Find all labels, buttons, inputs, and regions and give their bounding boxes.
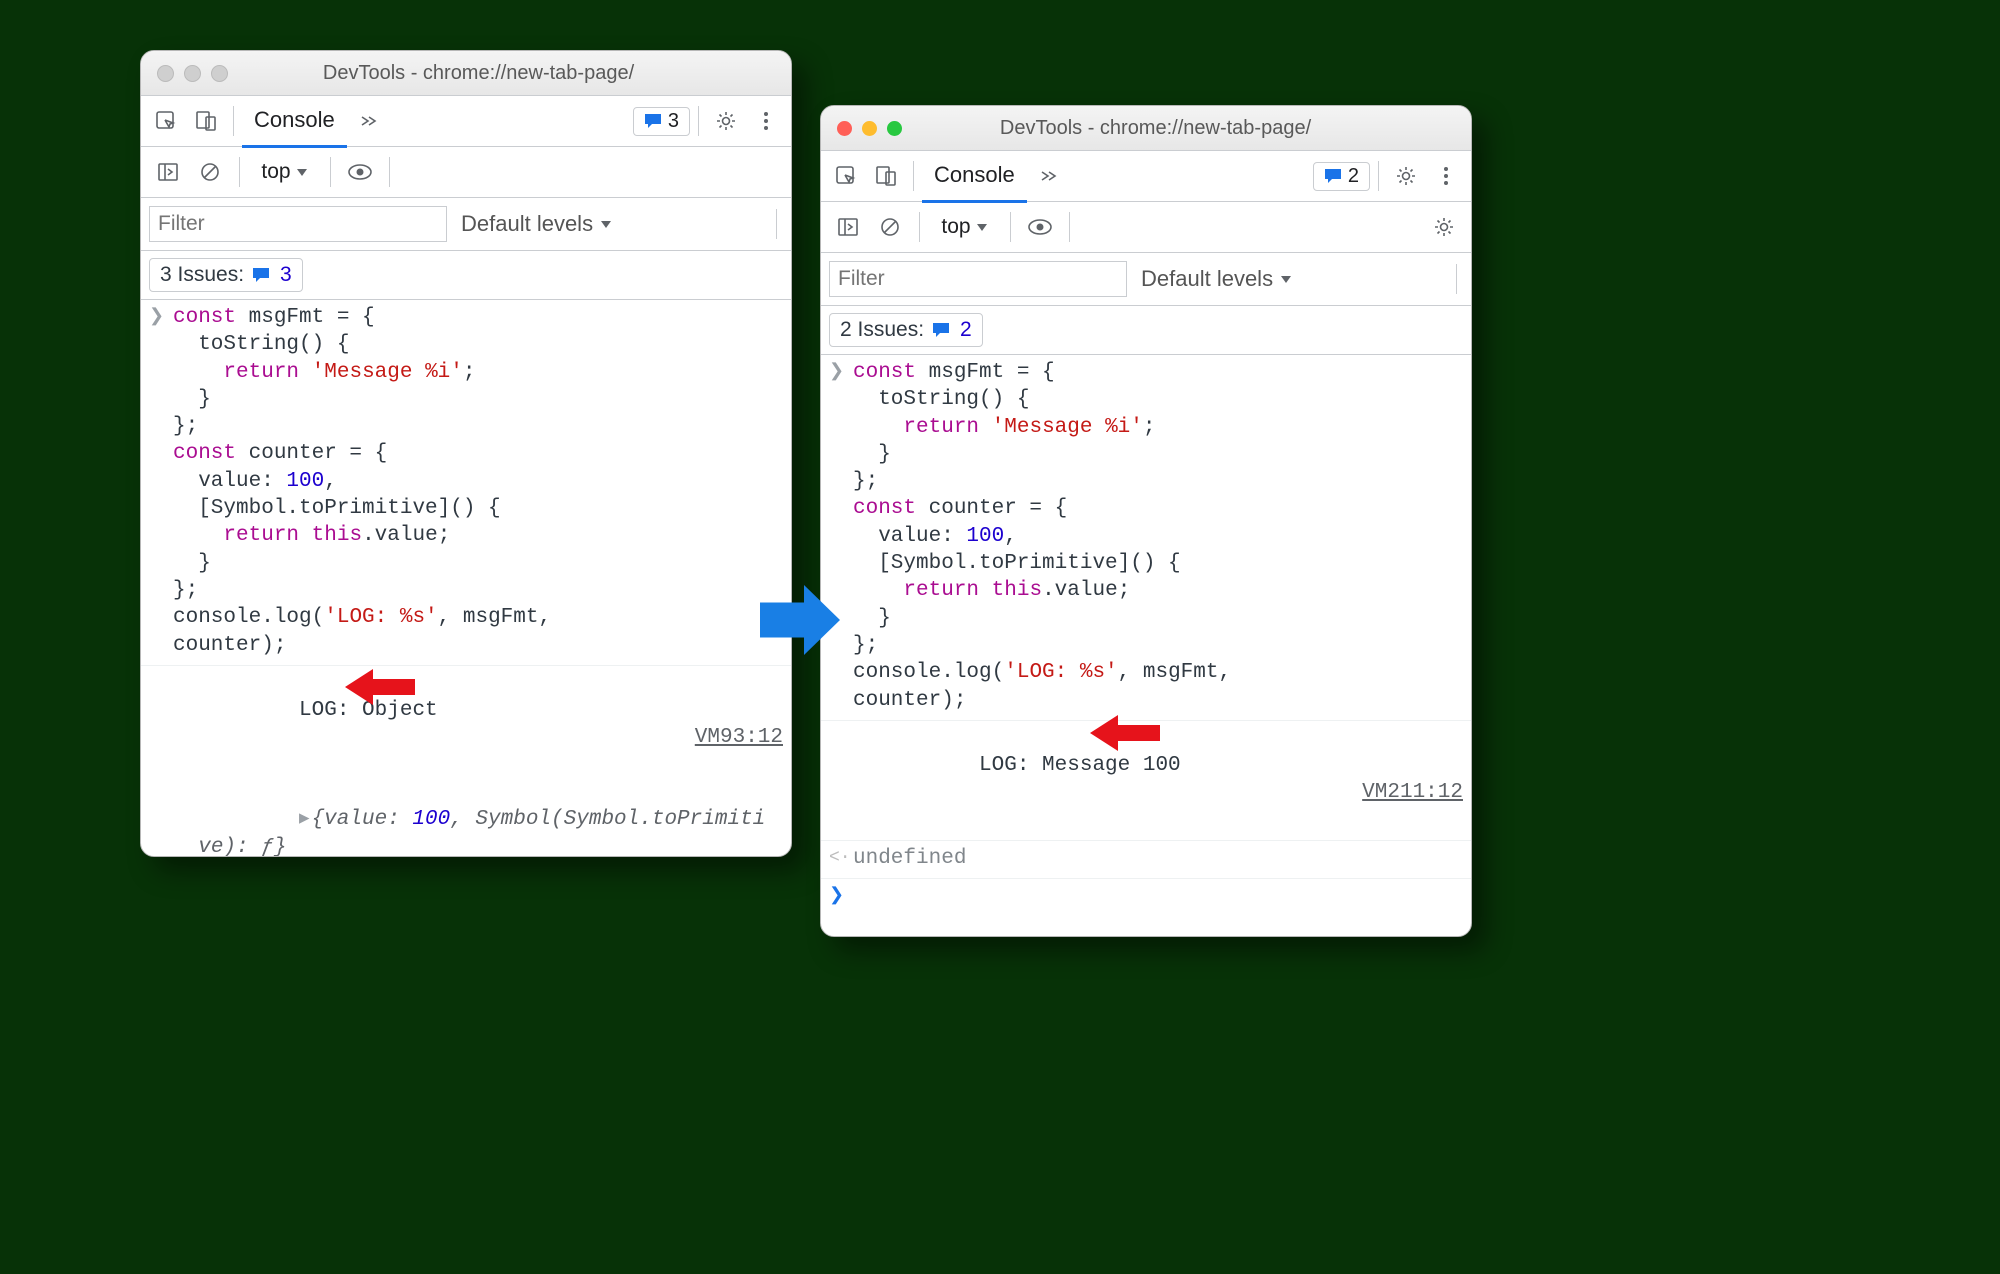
main-toolbar: Console 3 bbox=[141, 96, 791, 147]
source-link[interactable]: VM93:12 bbox=[695, 724, 783, 751]
console-result-entry: <· undefined bbox=[821, 841, 1471, 879]
console-subbar: top bbox=[821, 202, 1471, 253]
expand-triangle-icon[interactable]: ▸ bbox=[299, 808, 310, 831]
chevron-right-icon: ❯ bbox=[829, 361, 844, 384]
messages-chip[interactable]: 2 bbox=[1313, 162, 1370, 191]
result-arrow-icon: <· bbox=[829, 847, 851, 870]
console-body: ❯ const msgFmt = { toString() { return '… bbox=[141, 300, 791, 857]
window-controls[interactable] bbox=[141, 65, 236, 82]
inspect-icon[interactable] bbox=[147, 102, 185, 140]
devtools-window-right: DevTools - chrome://new-tab-page/ Consol… bbox=[820, 105, 1472, 937]
live-expression-icon[interactable] bbox=[341, 153, 379, 191]
issues-chip[interactable]: 3 Issues: 3 bbox=[149, 258, 303, 292]
inspect-icon[interactable] bbox=[827, 157, 865, 195]
close-dot[interactable] bbox=[157, 65, 174, 82]
context-selector[interactable]: top bbox=[930, 208, 1000, 246]
zoom-dot[interactable] bbox=[887, 121, 902, 136]
messages-count: 3 bbox=[668, 110, 679, 133]
highlight-arrow-left-icon bbox=[345, 667, 415, 707]
console-subbar: top bbox=[141, 147, 791, 198]
messages-chip[interactable]: 3 bbox=[633, 107, 690, 136]
kebab-icon[interactable] bbox=[1427, 157, 1465, 195]
log-output-text: LOG: Message 100 bbox=[979, 754, 1181, 777]
filter-row: Default levels bbox=[821, 253, 1471, 306]
zoom-dot[interactable] bbox=[211, 65, 228, 82]
messages-count: 2 bbox=[1348, 165, 1359, 188]
close-dot[interactable] bbox=[837, 121, 852, 136]
result-undefined: undefined bbox=[853, 845, 1463, 872]
issues-bar: 3 Issues: 3 bbox=[141, 251, 791, 300]
console-input-entry: ❯ const msgFmt = { toString() { return '… bbox=[141, 300, 791, 666]
highlight-arrow-right-icon bbox=[1090, 713, 1160, 753]
titlebar: DevTools - chrome://new-tab-page/ bbox=[821, 106, 1471, 151]
settings-icon[interactable] bbox=[707, 102, 745, 140]
console-output-entry: LOG: Object VM93:12 ▸{value: 100, Symbol… bbox=[141, 666, 791, 857]
prompt-chevron-icon: ❯ bbox=[829, 885, 844, 908]
filter-row: Default levels bbox=[141, 198, 791, 251]
titlebar: DevTools - chrome://new-tab-page/ bbox=[141, 51, 791, 96]
clear-console-icon[interactable] bbox=[871, 208, 909, 246]
issues-chip[interactable]: 2 Issues: 2 bbox=[829, 313, 983, 347]
console-prompt[interactable]: ❯ bbox=[821, 879, 1471, 889]
device-toggle-icon[interactable] bbox=[187, 102, 225, 140]
console-settings-icon[interactable] bbox=[1425, 208, 1463, 246]
window-controls[interactable] bbox=[821, 121, 910, 136]
more-tabs-icon[interactable] bbox=[1029, 157, 1067, 195]
live-expression-icon[interactable] bbox=[1021, 208, 1059, 246]
levels-dropdown[interactable]: Default levels bbox=[461, 211, 613, 237]
levels-dropdown[interactable]: Default levels bbox=[1141, 266, 1293, 292]
divider bbox=[233, 106, 234, 136]
window-title: DevTools - chrome://new-tab-page/ bbox=[910, 117, 1471, 140]
settings-icon[interactable] bbox=[1387, 157, 1425, 195]
minimize-dot[interactable] bbox=[862, 121, 877, 136]
minimize-dot[interactable] bbox=[184, 65, 201, 82]
device-toggle-icon[interactable] bbox=[867, 157, 905, 195]
issues-bar: 2 Issues: 2 bbox=[821, 306, 1471, 355]
toggle-sidebar-icon[interactable] bbox=[149, 153, 187, 191]
window-title: DevTools - chrome://new-tab-page/ bbox=[236, 62, 791, 85]
code-block: const msgFmt = { toString() { return 'Me… bbox=[173, 304, 783, 659]
more-tabs-icon[interactable] bbox=[349, 102, 387, 140]
main-toolbar: Console 2 bbox=[821, 151, 1471, 202]
console-input-entry: ❯ const msgFmt = { toString() { return '… bbox=[821, 355, 1471, 721]
kebab-icon[interactable] bbox=[747, 102, 785, 140]
console-body: ❯ const msgFmt = { toString() { return '… bbox=[821, 355, 1471, 889]
context-selector[interactable]: top bbox=[250, 153, 320, 191]
chevron-right-icon: ❯ bbox=[149, 306, 164, 329]
filter-input[interactable] bbox=[149, 206, 447, 242]
code-block: const msgFmt = { toString() { return 'Me… bbox=[853, 359, 1463, 714]
tab-console[interactable]: Console bbox=[922, 150, 1027, 203]
filter-input[interactable] bbox=[829, 261, 1127, 297]
tab-console[interactable]: Console bbox=[242, 95, 347, 148]
devtools-window-left: DevTools - chrome://new-tab-page/ Consol… bbox=[140, 50, 792, 857]
clear-console-icon[interactable] bbox=[191, 153, 229, 191]
toggle-sidebar-icon[interactable] bbox=[829, 208, 867, 246]
source-link[interactable]: VM211:12 bbox=[1362, 779, 1463, 806]
